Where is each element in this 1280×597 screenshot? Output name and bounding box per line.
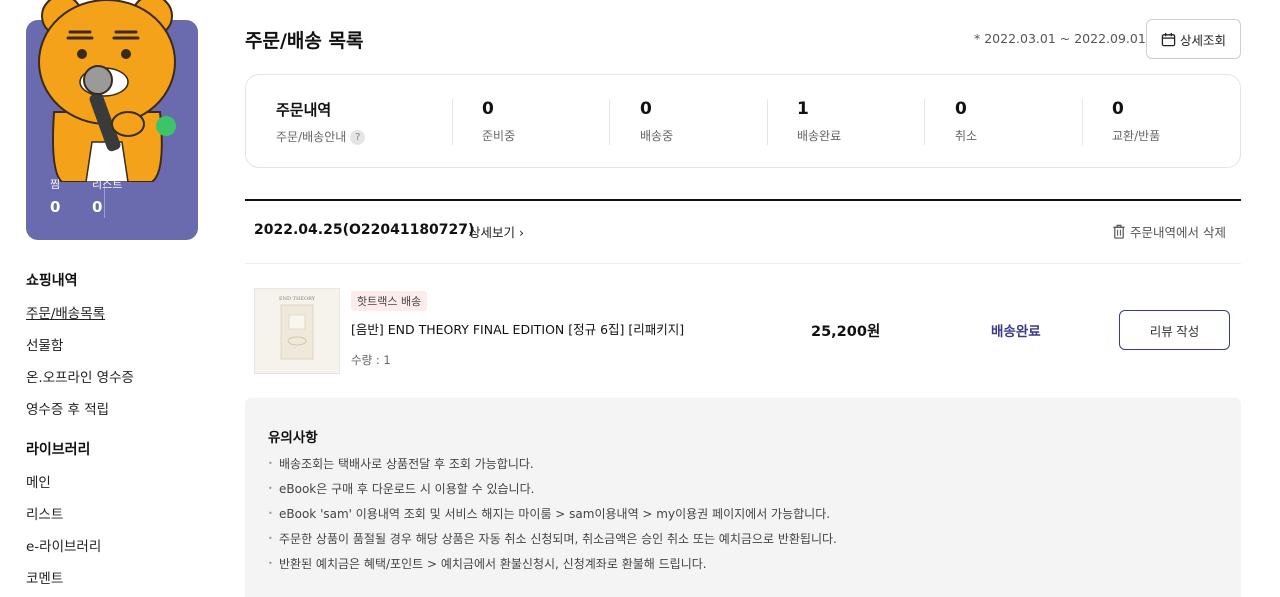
sidebar-item-receipts[interactable]: 온.오프라인 영수증	[26, 366, 134, 386]
sidebar-section-title: 쇼핑내역	[26, 273, 78, 289]
stat-wish-label: 찜	[50, 178, 61, 191]
summary-divider	[924, 99, 925, 145]
order-list-divider	[245, 199, 1241, 201]
profile-card: 찜 0 리스트 0	[26, 0, 198, 240]
summary-title-col: 주문내역 주문/배송안내?	[276, 99, 366, 145]
sidebar-shopping-section: 쇼핑내역 주문/배송목록 선물함 온.오프라인 영수증 영수증 후 적립	[26, 270, 134, 418]
summary-exchange-return[interactable]: 0 교환/반품	[1112, 99, 1160, 144]
order-detail-label: 상세보기	[469, 225, 516, 240]
stat-list[interactable]: 리스트 0	[92, 176, 122, 216]
summary-count: 0	[640, 99, 652, 119]
notice-item: eBook은 구매 후 다운로드 시 이용할 수 있습니다.	[268, 480, 837, 505]
summary-preparing[interactable]: 0 준비중	[482, 99, 515, 144]
product-name-link[interactable]: [음반] END THEORY FINAL EDITION [정규 6집] [리…	[351, 319, 684, 338]
sidebar-item-comment[interactable]: 코멘트	[26, 567, 101, 587]
help-icon[interactable]: ?	[350, 130, 366, 145]
notice-list: 배송조회는 택배사로 상품전달 후 조회 가능합니다. eBook은 구매 후 …	[268, 455, 837, 580]
order-date-number: 2022.04.25(O22041180727)	[254, 222, 475, 238]
order-summary: 주문내역 주문/배송안내? 0 준비중 0 배송중 1 배송완료 0 취소 0 …	[245, 74, 1241, 168]
summary-count: 0	[955, 99, 967, 119]
stat-wish[interactable]: 찜 0	[50, 176, 60, 216]
summary-label: 교환/반품	[1112, 129, 1161, 143]
calendar-icon	[1161, 32, 1176, 46]
sidebar-item-receipt-points[interactable]: 영수증 후 적립	[26, 398, 134, 418]
summary-count: 0	[482, 99, 494, 119]
stat-wish-value: 0	[50, 198, 61, 216]
summary-cancelled[interactable]: 0 취소	[955, 99, 977, 144]
summary-count: 0	[1112, 99, 1124, 119]
stat-list-label: 리스트	[92, 178, 123, 191]
summary-divider	[1082, 99, 1083, 145]
notice-item: eBook 'sam' 이용내역 조회 및 서비스 해지는 마이룸 > sam이…	[268, 505, 837, 530]
product-thumbnail[interactable]: END THEORY	[254, 288, 340, 374]
detail-search-label: 상세조회	[1179, 33, 1226, 48]
summary-divider	[767, 99, 768, 145]
sidebar-section-title: 라이브러리	[26, 442, 91, 458]
summary-shipping[interactable]: 0 배송중	[640, 99, 673, 144]
notice-item: 배송조회는 택배사로 상품전달 후 조회 가능합니다.	[268, 455, 837, 480]
stat-list-value: 0	[92, 198, 103, 216]
album-cover-text: END THEORY	[279, 296, 316, 302]
chevron-right-icon: ›	[519, 225, 524, 240]
character-avatar	[38, 0, 176, 182]
summary-title: 주문내역	[276, 101, 332, 119]
sidebar-item-main[interactable]: 메인	[26, 471, 101, 491]
order-header-divider	[245, 263, 1241, 264]
sidebar-item-list[interactable]: 리스트	[26, 503, 101, 523]
summary-label: 취소	[955, 129, 978, 143]
notice-title: 유의사항	[268, 430, 318, 446]
delete-order-label: 주문내역에서 삭제	[1130, 225, 1226, 240]
notice-item: 반환된 예치금은 혜택/포인트 > 예치금에서 환불신청시, 신청계좌로 환불해…	[268, 555, 837, 580]
summary-label: 준비중	[482, 129, 516, 143]
sidebar-item-gift-box[interactable]: 선물함	[26, 334, 134, 354]
summary-label: 배송완료	[797, 129, 842, 143]
product-price: 25,200원	[811, 324, 881, 340]
shipping-guide[interactable]: 주문/배송안내?	[276, 128, 366, 145]
sidebar-item-order-list[interactable]: 주문/배송목록	[26, 302, 134, 322]
summary-divider	[609, 99, 610, 145]
online-status-dot	[156, 116, 176, 136]
order-detail-link[interactable]: 상세보기 ›	[469, 222, 524, 241]
notice-item: 주문한 상품이 품절될 경우 해당 상품은 자동 취소 신청되며, 취소금액은 …	[268, 530, 837, 555]
album-cover-image: END THEORY	[255, 289, 339, 373]
write-review-button[interactable]: 리뷰 작성	[1119, 310, 1230, 350]
summary-label: 배송중	[640, 129, 674, 143]
shipping-type-badge: 핫트랙스 배송	[351, 291, 428, 311]
notice-box: 유의사항 배송조회는 택배사로 상품전달 후 조회 가능합니다. eBook은 …	[245, 398, 1241, 597]
shipping-guide-label: 주문/배송안내	[276, 130, 347, 144]
trash-icon	[1113, 224, 1125, 239]
detail-search-button[interactable]: 상세조회	[1146, 19, 1241, 59]
delivery-status: 배송완료	[991, 324, 1041, 340]
summary-count: 1	[797, 99, 809, 119]
sidebar-item-e-library[interactable]: e-라이브러리	[26, 535, 101, 555]
page-title: 주문/배송 목록	[245, 30, 364, 52]
summary-delivered[interactable]: 1 배송완료	[797, 99, 841, 144]
product-quantity: 수량 : 1	[351, 353, 391, 367]
summary-divider	[452, 99, 453, 145]
date-range: * 2022.03.01 ~ 2022.09.01	[974, 31, 1146, 46]
sidebar-library-section: 라이브러리 메인 리스트 e-라이브러리 코멘트	[26, 439, 101, 587]
delete-order-button[interactable]: 주문내역에서 삭제	[1112, 222, 1226, 241]
